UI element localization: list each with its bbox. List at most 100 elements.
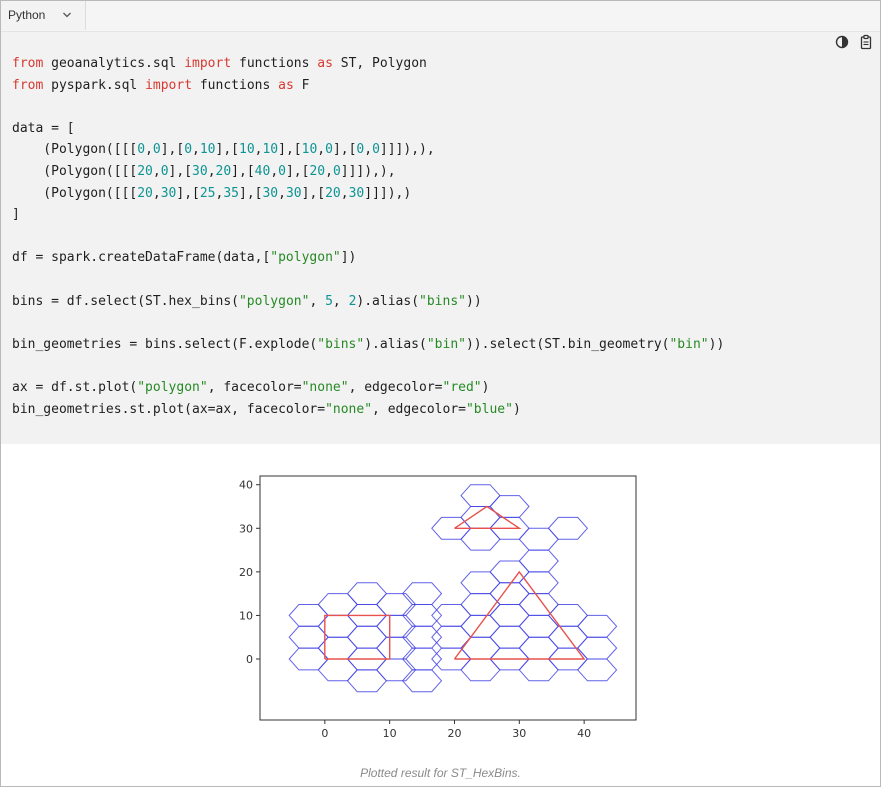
code-token: ],[ — [176, 185, 200, 201]
code-token: 20 — [309, 163, 326, 179]
code-token: , — [207, 163, 216, 179]
code-token: bin_geometries.st.plot(ax=ax, facecolor= — [12, 401, 326, 417]
code-token: "none" — [301, 379, 349, 395]
code-token: ax = df.st.plot( — [12, 379, 138, 395]
code-token: )) — [466, 293, 482, 309]
code-token: 35 — [223, 185, 239, 201]
code-token: 20 — [137, 163, 153, 179]
language-dropdown[interactable]: Python — [1, 1, 86, 30]
y-tick-label: 20 — [239, 566, 253, 579]
code-token: , — [317, 142, 326, 158]
plot-axes-frame — [259, 475, 637, 721]
code-token: 10 — [262, 142, 279, 158]
code-token: , — [332, 293, 349, 309]
code-token: 0 — [332, 163, 341, 179]
code-token: 10 — [199, 142, 216, 158]
code-token: 0 — [325, 142, 333, 158]
code-token: 30 — [192, 163, 208, 179]
y-tick-label: 30 — [239, 522, 253, 535]
code-line: ax = df.st.plot("polygon", facecolor="no… — [12, 380, 489, 395]
code-line: from geoanalytics.sql import functions a… — [12, 56, 427, 71]
code-token: ).alias( — [356, 293, 420, 309]
code-token: bins = df.select(ST.hex_bins( — [12, 293, 239, 309]
code-token: ],[ — [278, 142, 302, 158]
code-token: (Polygon([[[ — [12, 142, 138, 158]
code-token: ]]]),) — [364, 185, 412, 201]
code-token: 0 — [137, 142, 146, 158]
code-line: df = spark.createDataFrame(data,["polygo… — [12, 250, 356, 265]
code-token: import — [145, 77, 193, 93]
code-token: ) — [481, 379, 490, 395]
code-token: 0 — [278, 163, 286, 179]
y-tick-label: 0 — [246, 653, 253, 666]
code-token: as — [278, 77, 294, 93]
code-token: ],[ — [285, 163, 310, 179]
cell-output: 0 10 20 30 40 0 10 20 30 40 Plotted result for ST… — [1, 444, 880, 786]
code-token: "bins" — [317, 336, 365, 352]
code-token: ],[ — [215, 142, 239, 158]
code-token: ],[ — [332, 142, 357, 158]
code-token: , facecolor= — [207, 379, 302, 395]
language-label: Python — [8, 8, 46, 22]
code-token: , — [145, 142, 153, 158]
x-tick-label: 0 — [321, 727, 328, 740]
code-token: 0 — [160, 163, 169, 179]
code-token: as — [317, 56, 333, 71]
code-token: ],[ — [168, 163, 193, 179]
code-token: 0 — [152, 142, 161, 158]
code-token: "none" — [325, 401, 373, 417]
code-token: 40 — [254, 163, 271, 179]
y-tick-label: 40 — [239, 479, 253, 492]
code-token: , — [278, 185, 286, 201]
code-token: 30 — [262, 185, 279, 201]
code-token: , — [192, 142, 200, 158]
code-line: (Polygon([[[20,0],[30,20],[40,0],[20,0]]… — [12, 163, 396, 179]
x-tick-label: 20 — [447, 727, 461, 740]
code-token: import — [184, 56, 232, 71]
code-token: 30 — [348, 185, 365, 201]
code-token: , — [309, 293, 326, 309]
code-token: geoanalytics.sql — [43, 56, 185, 71]
code-token: from — [12, 56, 44, 71]
code-token: ).alias( — [364, 336, 427, 352]
code-token: ],[ — [239, 185, 263, 201]
copy-icon[interactable] — [858, 34, 874, 50]
code-block[interactable]: from geoanalytics.sql import functions a… — [1, 32, 880, 444]
y-tick-label: 10 — [239, 609, 253, 622]
code-token: ]]]),), — [340, 163, 396, 179]
code-token: 30 — [285, 185, 302, 201]
code-token: , — [152, 185, 161, 201]
code-token: 5 — [325, 293, 333, 309]
code-token: 10 — [239, 142, 255, 158]
code-token: ]]]),), — [379, 142, 435, 158]
code-text[interactable]: from geoanalytics.sql import functions a… — [12, 53, 724, 420]
code-token: 20 — [215, 163, 232, 179]
code-line: bin_geometries.st.plot(ax=ax, facecolor=… — [12, 402, 521, 417]
code-token: "red" — [442, 379, 482, 395]
code-line: data = [ — [12, 121, 75, 136]
code-token: ] — [12, 207, 20, 223]
x-tick-label: 10 — [383, 727, 397, 740]
code-token: 25 — [199, 185, 216, 201]
code-actions — [834, 34, 874, 50]
code-token: , — [152, 163, 161, 179]
code-token: "bin" — [669, 336, 709, 352]
code-token: functions — [231, 56, 318, 71]
theme-toggle-icon[interactable] — [834, 34, 850, 50]
code-token: pyspark.sql — [43, 77, 146, 93]
code-token: , edgecolor= — [348, 379, 443, 395]
code-token: "blue" — [465, 401, 513, 417]
code-token: )).select(ST.bin_geometry( — [465, 336, 670, 352]
code-token: F — [293, 77, 310, 93]
code-token: ],[ — [301, 185, 326, 201]
code-token: ],[ — [160, 142, 185, 158]
code-token: , edgecolor= — [372, 401, 466, 417]
notebook-cell: Python from geoanalytics.sql import func… — [0, 0, 881, 787]
code-token: functions — [192, 77, 279, 93]
code-token: ) — [512, 401, 521, 417]
code-token: 20 — [325, 185, 341, 201]
chevron-down-icon — [63, 12, 71, 18]
hexbin-plot: 0 10 20 30 40 0 10 20 30 40 — [239, 475, 637, 740]
code-token: )) — [708, 336, 725, 352]
code-line: ] — [12, 207, 20, 222]
